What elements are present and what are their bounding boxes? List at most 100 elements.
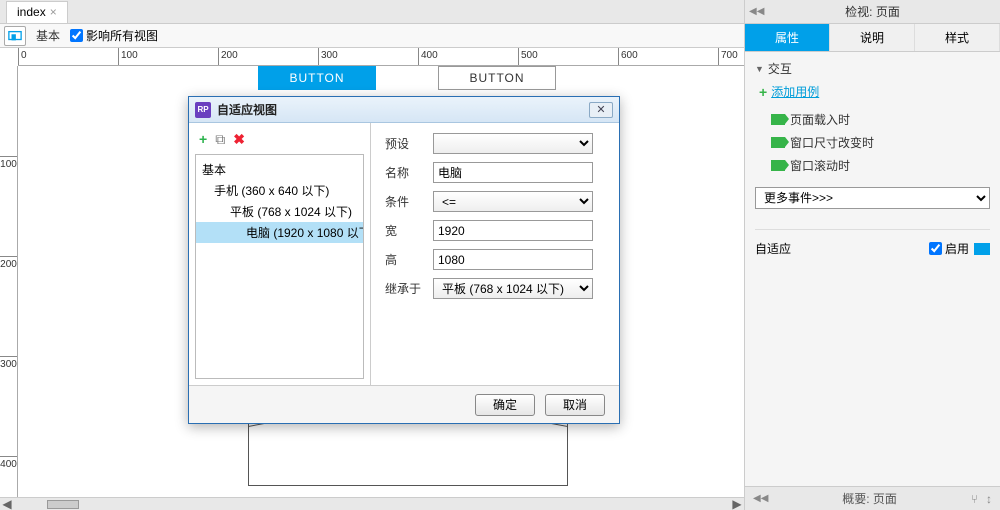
dialog-left-pane: + ⧉ ✖ 基本 手机 (360 x 640 以下) 平板 (768 x 102… — [189, 123, 371, 385]
button-label: BUTTON — [289, 71, 344, 85]
ruler-tick: 600 — [618, 48, 638, 65]
event-page-load[interactable]: 页面载入时 — [755, 108, 990, 131]
event-window-resize[interactable]: 窗口尺寸改变时 — [755, 131, 990, 154]
adaptive-views-dialog: RP 自适应视图 ✕ + ⧉ ✖ 基本 手机 (360 x 640 以下) 平板… — [188, 96, 620, 424]
collapse-icon[interactable]: ◀◀ — [753, 493, 768, 504]
event-flag-icon — [771, 114, 785, 125]
ruler-tick: 200 — [0, 256, 17, 270]
enable-adaptive-checkbox[interactable]: 启用 — [929, 240, 969, 257]
ruler-tick: 400 — [0, 456, 17, 470]
delete-view-button[interactable]: ✖ — [233, 131, 245, 148]
add-case-label: 添加用例 — [771, 83, 819, 100]
app-icon: RP — [195, 102, 211, 118]
preset-label: 预设 — [385, 135, 423, 152]
inherit-label: 继承于 — [385, 280, 423, 297]
event-window-scroll[interactable]: 窗口滚动时 — [755, 154, 990, 177]
interactions-section-header[interactable]: ▼ 交互 — [755, 60, 990, 77]
affect-all-views-checkbox[interactable]: 影响所有视图 — [70, 27, 158, 44]
document-tab-bar: index × — [0, 0, 744, 24]
affect-label: 影响所有视图 — [86, 27, 158, 44]
enable-checkbox-input[interactable] — [929, 242, 942, 255]
ruler-tick: 200 — [218, 48, 238, 65]
condition-select[interactable]: <= — [433, 191, 593, 212]
add-case-link[interactable]: + 添加用例 — [759, 83, 990, 100]
width-label: 宽 — [385, 222, 423, 239]
event-flag-icon — [771, 160, 785, 171]
close-icon[interactable]: × — [50, 5, 57, 19]
name-label: 名称 — [385, 164, 423, 181]
outline-panel-header: ◀◀ 概要: 页面 ⑂ ↕ — [745, 486, 1000, 510]
more-events-dropdown[interactable]: 更多事件>>> — [755, 187, 990, 209]
event-label: 窗口滚动时 — [790, 157, 850, 174]
ok-button[interactable]: 确定 — [475, 394, 535, 416]
ruler-tick: 400 — [418, 48, 438, 65]
tree-item-phone[interactable]: 手机 (360 x 640 以下) — [196, 180, 363, 201]
ruler-tick: 700 — [718, 48, 738, 65]
scroll-thumb[interactable] — [47, 500, 79, 509]
dialog-footer: 确定 取消 — [189, 385, 619, 423]
preset-select[interactable] — [433, 133, 593, 154]
filter-icon[interactable]: ⑂ — [971, 492, 978, 506]
adaptive-view-button[interactable] — [4, 26, 26, 46]
condition-label: 条件 — [385, 193, 423, 210]
ruler-tick: 500 — [518, 48, 538, 65]
adaptive-settings-icon[interactable] — [974, 243, 990, 255]
scroll-track[interactable] — [29, 498, 715, 510]
sort-icon[interactable]: ↕ — [986, 492, 992, 506]
height-input[interactable] — [433, 249, 593, 270]
plus-icon: + — [759, 84, 767, 100]
inspector-tabs: 属性 说明 样式 — [745, 24, 1000, 52]
tab-notes[interactable]: 说明 — [830, 24, 915, 51]
ruler-tick: 100 — [118, 48, 138, 65]
tab-properties[interactable]: 属性 — [745, 24, 830, 51]
event-label: 窗口尺寸改变时 — [790, 134, 874, 151]
inspector-body: ▼ 交互 + 添加用例 页面载入时 窗口尺寸改变时 窗口滚动时 更多事 — [745, 52, 1000, 486]
view-list-toolbar: + ⧉ ✖ — [195, 129, 364, 154]
views-tree[interactable]: 基本 手机 (360 x 640 以下) 平板 (768 x 1024 以下) … — [195, 154, 364, 379]
canvas-widget-button-secondary[interactable]: BUTTON — [438, 66, 556, 90]
inspector-title: 检视: 页面 — [745, 3, 1000, 20]
caret-down-icon: ▼ — [755, 64, 764, 74]
tree-item-desktop[interactable]: 电脑 (1920 x 1080 以下) — [196, 222, 363, 243]
viewport-toolbar: 基本 影响所有视图 — [0, 24, 744, 48]
scroll-right-arrow-icon[interactable]: ▶ — [730, 498, 744, 510]
adaptive-row: 自适应 启用 — [755, 229, 990, 257]
height-label: 高 — [385, 251, 423, 268]
vertical-ruler: 100 200 300 400 — [0, 66, 18, 497]
affect-checkbox-input[interactable] — [70, 29, 83, 42]
tree-item-tablet[interactable]: 平板 (768 x 1024 以下) — [196, 201, 363, 222]
scroll-left-arrow-icon[interactable]: ◀ — [0, 498, 14, 510]
adaptive-label: 自适应 — [755, 240, 791, 257]
section-label: 交互 — [768, 60, 792, 77]
tab-label: index — [17, 5, 46, 19]
duplicate-view-button[interactable]: ⧉ — [215, 131, 225, 148]
width-input[interactable] — [433, 220, 593, 241]
add-view-button[interactable]: + — [199, 131, 207, 148]
dialog-right-pane: 预设 名称 条件 <= 宽 高 — [371, 123, 619, 385]
horizontal-ruler: 0 100 200 300 400 500 600 700 800 — [18, 48, 744, 66]
canvas-widget-button-primary[interactable]: BUTTON — [258, 66, 376, 90]
enable-label: 启用 — [945, 240, 969, 257]
button-label: BUTTON — [469, 71, 524, 85]
dialog-title: 自适应视图 — [217, 101, 583, 118]
horizontal-scrollbar[interactable]: ◀ ▶ — [0, 497, 744, 510]
dialog-titlebar[interactable]: RP 自适应视图 ✕ — [189, 97, 619, 123]
event-label: 页面载入时 — [790, 111, 850, 128]
base-viewport-label: 基本 — [36, 27, 60, 44]
inherit-select[interactable]: 平板 (768 x 1024 以下) — [433, 278, 593, 299]
ruler-tick: 0 — [18, 48, 27, 65]
more-events-select[interactable]: 更多事件>>> — [755, 187, 990, 209]
tree-root[interactable]: 基本 — [196, 159, 363, 180]
ruler-tick: 300 — [318, 48, 338, 65]
event-flag-icon — [771, 137, 785, 148]
dialog-close-button[interactable]: ✕ — [589, 102, 613, 118]
inspector-panel: ◀◀ 检视: 页面 属性 说明 样式 ▼ 交互 + 添加用例 页面载入时 窗口尺 — [744, 0, 1000, 510]
name-input[interactable] — [433, 162, 593, 183]
cancel-button[interactable]: 取消 — [545, 394, 605, 416]
ruler-tick: 100 — [0, 156, 17, 170]
ruler-tick: 300 — [0, 356, 17, 370]
tab-style[interactable]: 样式 — [915, 24, 1000, 51]
collapse-icon[interactable]: ◀◀ — [749, 6, 764, 17]
document-tab-index[interactable]: index × — [6, 1, 68, 23]
outline-title: 概要: 页面 — [776, 490, 962, 507]
